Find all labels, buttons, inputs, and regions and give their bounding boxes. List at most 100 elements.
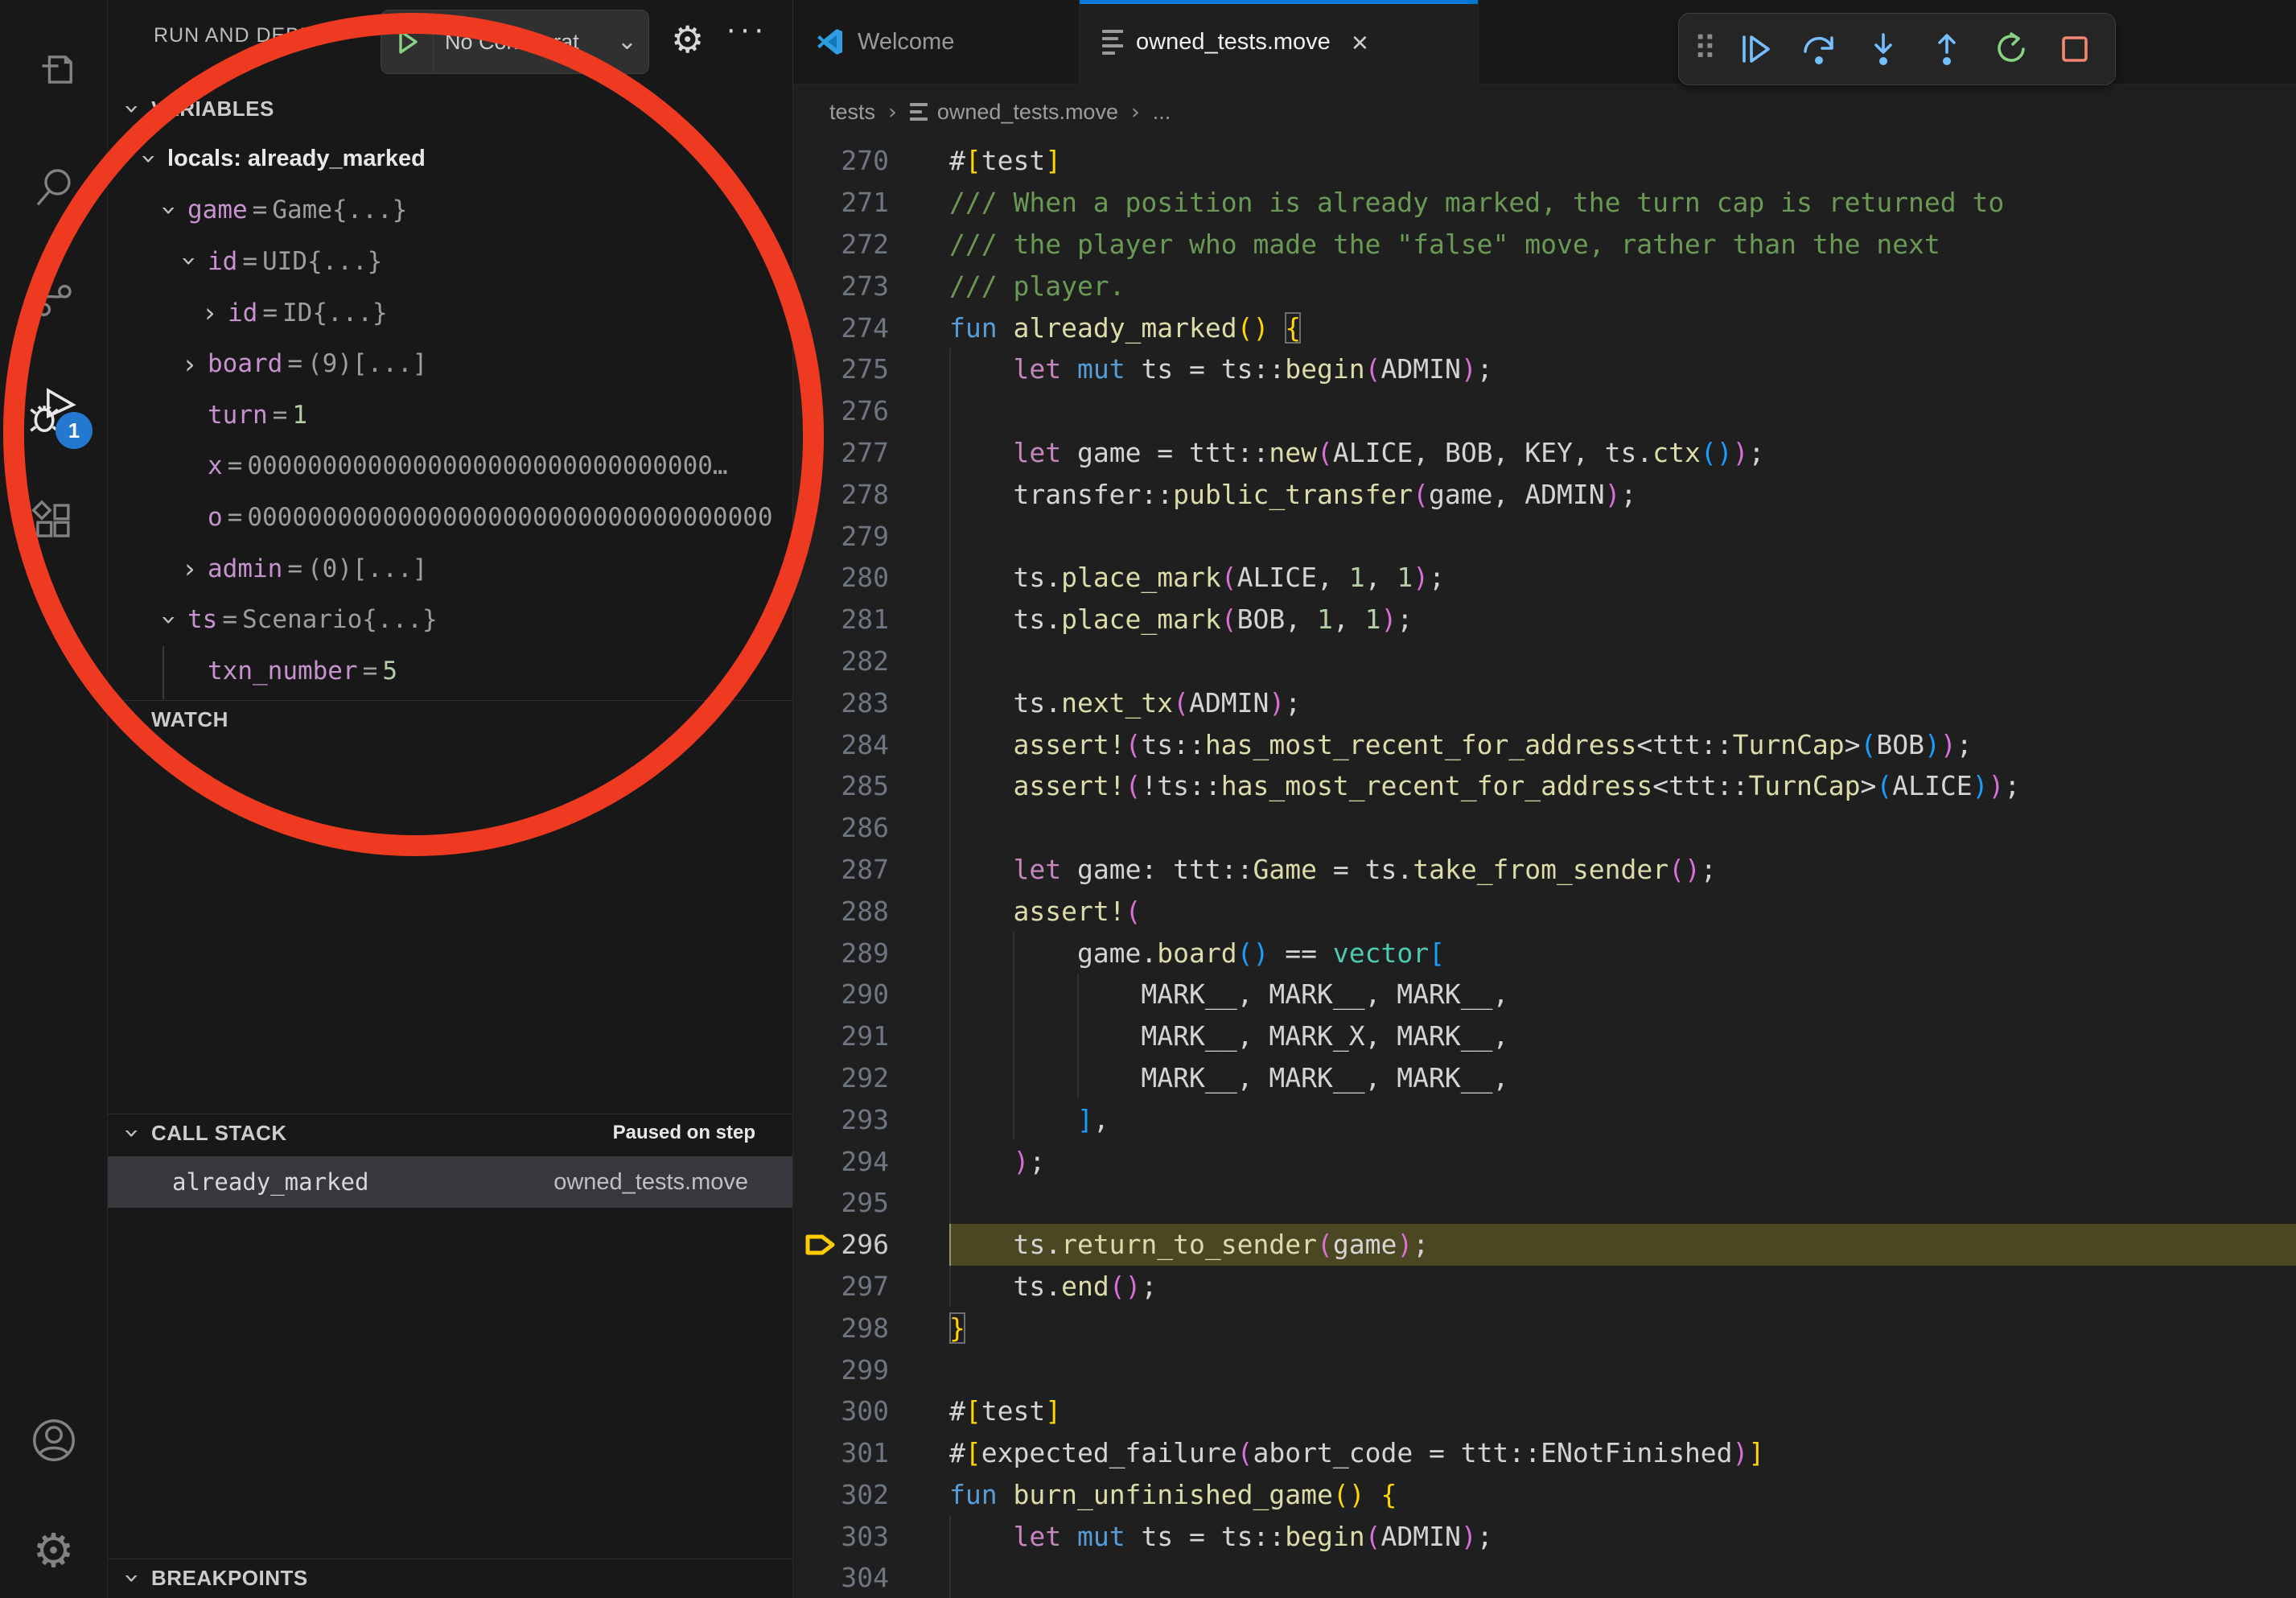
config-select-label[interactable]: No Configurat	[434, 30, 614, 55]
source-control-icon[interactable]	[0, 253, 107, 341]
variable-row[interactable]: txn_number=5	[108, 645, 792, 697]
code-line[interactable]: 294 );	[793, 1140, 2296, 1182]
line-number[interactable]: 274	[793, 312, 949, 344]
code-line[interactable]: 277 let game = ttt::new(ALICE, BOB, KEY,…	[793, 432, 2296, 474]
line-number[interactable]: 294	[793, 1146, 949, 1177]
code-text[interactable]: let game: ttt::Game = ts.take_from_sende…	[949, 849, 2296, 891]
debug-config-dropdown[interactable]: No Configurat ⌄	[381, 10, 649, 74]
code-text[interactable]: ts.end();	[949, 1266, 2296, 1308]
chevron-down-icon[interactable]: ›	[137, 142, 163, 177]
code-line[interactable]: 293 ],	[793, 1098, 2296, 1140]
code-text[interactable]: fun burn_unfinished_game() {	[949, 1474, 2296, 1516]
code-line[interactable]: 271/// When a position is already marked…	[793, 182, 2296, 224]
code-text[interactable]: );	[949, 1140, 2296, 1182]
line-number[interactable]: 295	[793, 1187, 949, 1218]
scope-row[interactable]: ›locals: already_marked	[108, 134, 792, 185]
run-and-debug-icon[interactable]: 1	[0, 365, 107, 454]
code-text[interactable]: MARK__, MARK__, MARK__,	[949, 974, 2296, 1015]
code-text[interactable]: MARK__, MARK_X, MARK__,	[949, 1015, 2296, 1057]
code-line[interactable]: 286	[793, 807, 2296, 849]
code-text[interactable]: fun already_marked() {	[949, 307, 2296, 348]
code-text[interactable]: let mut ts = ts::begin(ADMIN);	[949, 1515, 2296, 1557]
toolbar-drag-handle[interactable]: ⠿	[1693, 31, 1717, 68]
more-actions-icon[interactable]: ···	[726, 11, 767, 47]
restart-button[interactable]	[1985, 23, 2037, 75]
extensions-icon[interactable]	[0, 476, 107, 565]
code-line[interactable]: 290 MARK__, MARK__, MARK__,	[793, 974, 2296, 1015]
continue-button[interactable]	[1730, 23, 1781, 75]
variable-row[interactable]: ›ts=Scenario{...}	[108, 594, 792, 645]
chevron-down-icon[interactable]: ›	[157, 602, 183, 637]
code-text[interactable]: MARK__, MARK__, MARK__,	[949, 1057, 2296, 1099]
code-line[interactable]: 298}	[793, 1307, 2296, 1349]
line-number[interactable]: 293	[793, 1104, 949, 1135]
variable-row[interactable]: turn=1	[108, 389, 792, 441]
code-line[interactable]: 270#[test]	[793, 140, 2296, 182]
code-line[interactable]: 299	[793, 1349, 2296, 1390]
line-number[interactable]: 271	[793, 187, 949, 218]
chevron-right-icon[interactable]: ›	[172, 555, 208, 582]
variable-row[interactable]: ›admin=(0)[...]	[108, 543, 792, 595]
line-number[interactable]: 280	[793, 562, 949, 593]
line-number[interactable]: 291	[793, 1020, 949, 1052]
callstack-section-header[interactable]: › CALL STACK Paused on step	[108, 1114, 792, 1151]
code-text[interactable]: ts.return_to_sender(game);	[949, 1224, 2296, 1266]
breakpoints-section-header[interactable]: › BREAKPOINTS	[108, 1559, 792, 1596]
variable-row[interactable]: o=00000000000000000000000000000000000	[108, 492, 792, 543]
line-number[interactable]: 276	[793, 395, 949, 426]
step-over-button[interactable]	[1793, 23, 1845, 75]
close-tab-icon[interactable]: ×	[1352, 28, 1368, 57]
code-line[interactable]: 303 let mut ts = ts::begin(ADMIN);	[793, 1515, 2296, 1557]
code-line[interactable]: 272/// the player who made the "false" m…	[793, 224, 2296, 266]
code-line[interactable]: 275 let mut ts = ts::begin(ADMIN);	[793, 348, 2296, 390]
line-number[interactable]: 273	[793, 270, 949, 302]
code-text[interactable]	[949, 1557, 2296, 1598]
code-line[interactable]: 282	[793, 640, 2296, 682]
line-number[interactable]: 287	[793, 854, 949, 885]
line-number[interactable]: 281	[793, 603, 949, 635]
tab-owned-tests-move[interactable]: owned_tests.move ×	[1079, 0, 1479, 84]
code-editor[interactable]: 270#[test]271/// When a position is alre…	[793, 140, 2296, 1598]
chevron-right-icon[interactable]: ›	[172, 351, 208, 377]
settings-gear-icon[interactable]: ⚙	[0, 1506, 107, 1595]
code-text[interactable]	[949, 640, 2296, 682]
line-number[interactable]: 290	[793, 978, 949, 1010]
line-number[interactable]: 303	[793, 1521, 949, 1552]
chevron-down-icon[interactable]: ›	[177, 244, 204, 279]
line-number[interactable]: 299	[793, 1354, 949, 1386]
code-line[interactable]: 274fun already_marked() {	[793, 307, 2296, 348]
code-line[interactable]: 292 MARK__, MARK__, MARK__,	[793, 1057, 2296, 1099]
watch-section-header[interactable]: › WATCH	[108, 700, 792, 738]
code-text[interactable]: ts.next_tx(ADMIN);	[949, 682, 2296, 723]
variable-row[interactable]: x=0000000000000000000000000000000…	[108, 441, 792, 492]
variable-row[interactable]: ›game=Game{...}	[108, 185, 792, 237]
code-line[interactable]: 297 ts.end();	[793, 1266, 2296, 1308]
code-line[interactable]: 284 assert!(ts::has_most_recent_for_addr…	[793, 723, 2296, 765]
line-number[interactable]: 282	[793, 645, 949, 677]
code-line[interactable]: 295	[793, 1182, 2296, 1224]
code-text[interactable]	[949, 807, 2296, 849]
line-number[interactable]: 286	[793, 812, 949, 843]
code-line[interactable]: 280 ts.place_mark(ALICE, 1, 1);	[793, 557, 2296, 599]
code-text[interactable]: ts.place_mark(ALICE, 1, 1);	[949, 557, 2296, 599]
code-line[interactable]: 296 ts.return_to_sender(game);	[793, 1224, 2296, 1266]
variable-row[interactable]: ›board=(9)[...]	[108, 338, 792, 389]
code-text[interactable]: assert!(ts::has_most_recent_for_address<…	[949, 723, 2296, 765]
line-number[interactable]: 292	[793, 1062, 949, 1093]
code-text[interactable]: /// When a position is already marked, t…	[949, 182, 2296, 224]
line-number[interactable]: 275	[793, 353, 949, 385]
breadcrumb-tests[interactable]: tests	[829, 100, 875, 125]
line-number[interactable]: 301	[793, 1437, 949, 1468]
code-text[interactable]: /// the player who made the "false" move…	[949, 224, 2296, 266]
code-line[interactable]: 287 let game: ttt::Game = ts.take_from_s…	[793, 849, 2296, 891]
code-text[interactable]: /// player.	[949, 265, 2296, 307]
code-line[interactable]: 278 transfer::public_transfer(game, ADMI…	[793, 473, 2296, 515]
line-number[interactable]: 302	[793, 1479, 949, 1510]
line-number[interactable]: 297	[793, 1271, 949, 1302]
line-number[interactable]: 270	[793, 145, 949, 176]
line-number[interactable]: 285	[793, 770, 949, 801]
code-text[interactable]: let game = ttt::new(ALICE, BOB, KEY, ts.…	[949, 432, 2296, 474]
code-text[interactable]	[949, 390, 2296, 432]
variable-row[interactable]: ›id=ID{...}	[108, 287, 792, 339]
code-text[interactable]: game.board() == vector[	[949, 932, 2296, 974]
